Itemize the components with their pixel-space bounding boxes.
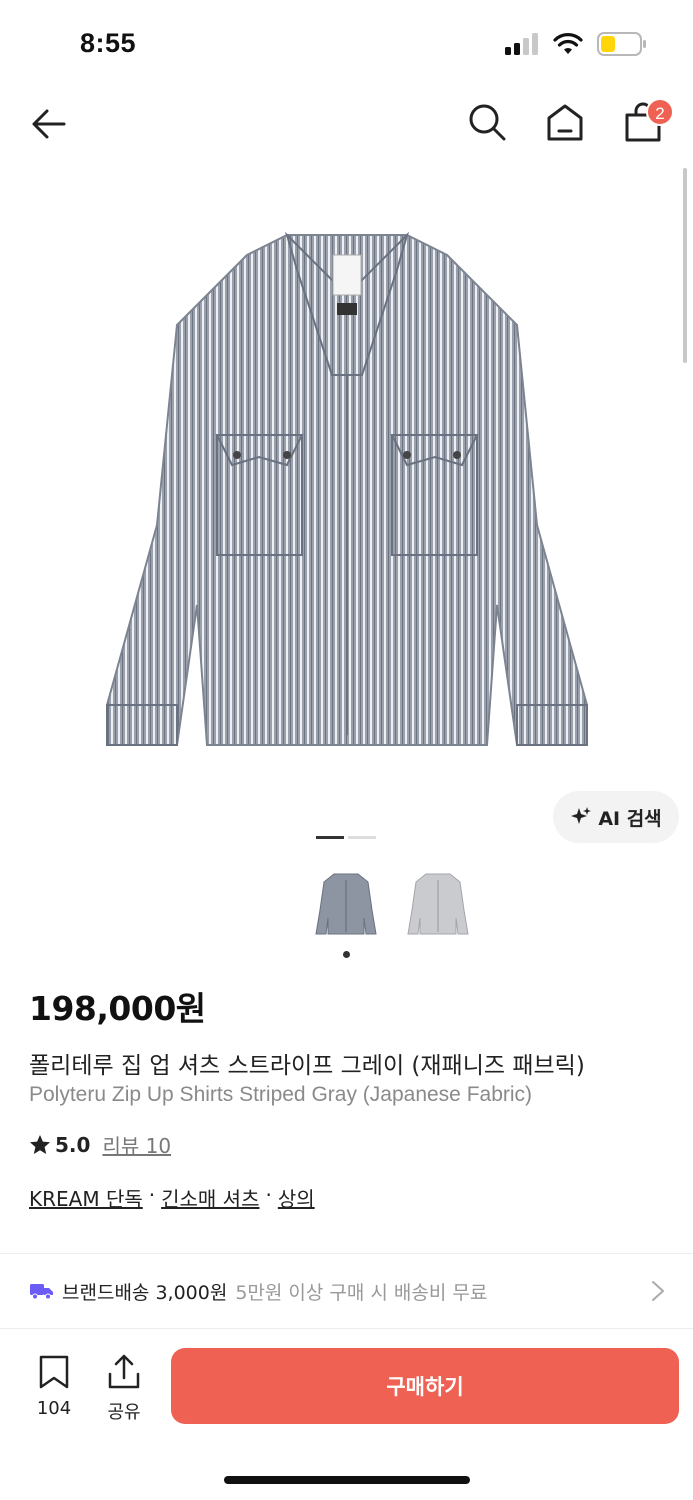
free-shipping-note: 5만원 이상 구매 시 배송비 무료: [235, 1281, 488, 1304]
bookmark-icon: [39, 1355, 69, 1389]
divider: [0, 1328, 693, 1329]
cellular-signal-icon: [505, 33, 538, 55]
cart-count-badge: 2: [646, 98, 674, 126]
home-button[interactable]: [544, 101, 586, 143]
star-icon: [30, 1134, 50, 1154]
battery-icon: [597, 32, 646, 56]
gray-shirt-thumbnail: [315, 873, 377, 935]
category-tags: KREAM 단독 · 긴소매 셔츠 · 상의: [29, 1183, 315, 1212]
rating-score: 5.0: [55, 1132, 91, 1157]
product-image[interactable]: [0, 170, 693, 820]
bookmark-button[interactable]: 104: [30, 1354, 78, 1419]
product-name-english: Polyteru Zip Up Shirts Striped Gray (Jap…: [29, 1083, 533, 1106]
product-price: 198,000원: [29, 989, 206, 1028]
home-icon: [547, 104, 583, 141]
wifi-icon: [553, 33, 583, 54]
pager-segment: [348, 836, 376, 839]
rating-row: 5.0 리뷰 10: [29, 1130, 171, 1159]
bottom-action-bar: 104 공유 구매하기: [0, 1340, 693, 1440]
thumbnail-light[interactable]: [402, 866, 474, 942]
share-button[interactable]: 공유: [102, 1354, 146, 1424]
share-icon: [108, 1354, 140, 1389]
light-shirt-thumbnail: [407, 873, 469, 935]
thumbnail-selected-dot: [343, 951, 350, 958]
review-link[interactable]: 리뷰 10: [102, 1130, 171, 1159]
shipping-info-row[interactable]: 브랜드배송 3,000원 5만원 이상 구매 시 배송비 무료: [0, 1254, 693, 1328]
tag-separator: ·: [148, 1183, 156, 1207]
thumbnail-strip: [310, 866, 474, 942]
bookmark-count: 104: [36, 1398, 72, 1419]
chevron-right-icon: [652, 1281, 664, 1301]
share-label: 공유: [107, 1402, 141, 1423]
back-button[interactable]: [28, 103, 70, 145]
tag-long-sleeve-shirt[interactable]: 긴소매 셔츠: [161, 1183, 259, 1212]
product-name-korean: 폴리테루 집 업 셔츠 스트라이프 그레이 (재패니즈 패브릭): [29, 1053, 585, 1079]
home-indicator: [224, 1476, 470, 1484]
image-pager: [316, 836, 376, 839]
tag-separator: ·: [265, 1183, 272, 1207]
thumbnail-gray[interactable]: [310, 866, 382, 942]
status-bar: 8:55: [0, 0, 693, 90]
striped-shirt-image: [105, 231, 588, 746]
search-icon: [469, 104, 506, 141]
delivery-truck-icon: [30, 1284, 53, 1300]
top-navigation: [0, 95, 693, 151]
pager-segment-active: [316, 836, 344, 839]
tag-kream-exclusive[interactable]: KREAM 단독: [29, 1183, 143, 1212]
status-time: 8:55: [80, 28, 137, 58]
ai-search-label: AI 검색: [598, 807, 662, 830]
search-button[interactable]: [466, 101, 508, 143]
tag-tops[interactable]: 상의: [278, 1183, 315, 1212]
status-icons: [505, 32, 647, 56]
back-arrow-icon: [32, 109, 66, 139]
sparkle-icon: [571, 807, 592, 824]
buy-button[interactable]: 구매하기: [171, 1348, 679, 1424]
shipping-fee: 브랜드배송 3,000원: [62, 1281, 228, 1304]
ai-search-button[interactable]: AI 검색: [553, 791, 679, 843]
